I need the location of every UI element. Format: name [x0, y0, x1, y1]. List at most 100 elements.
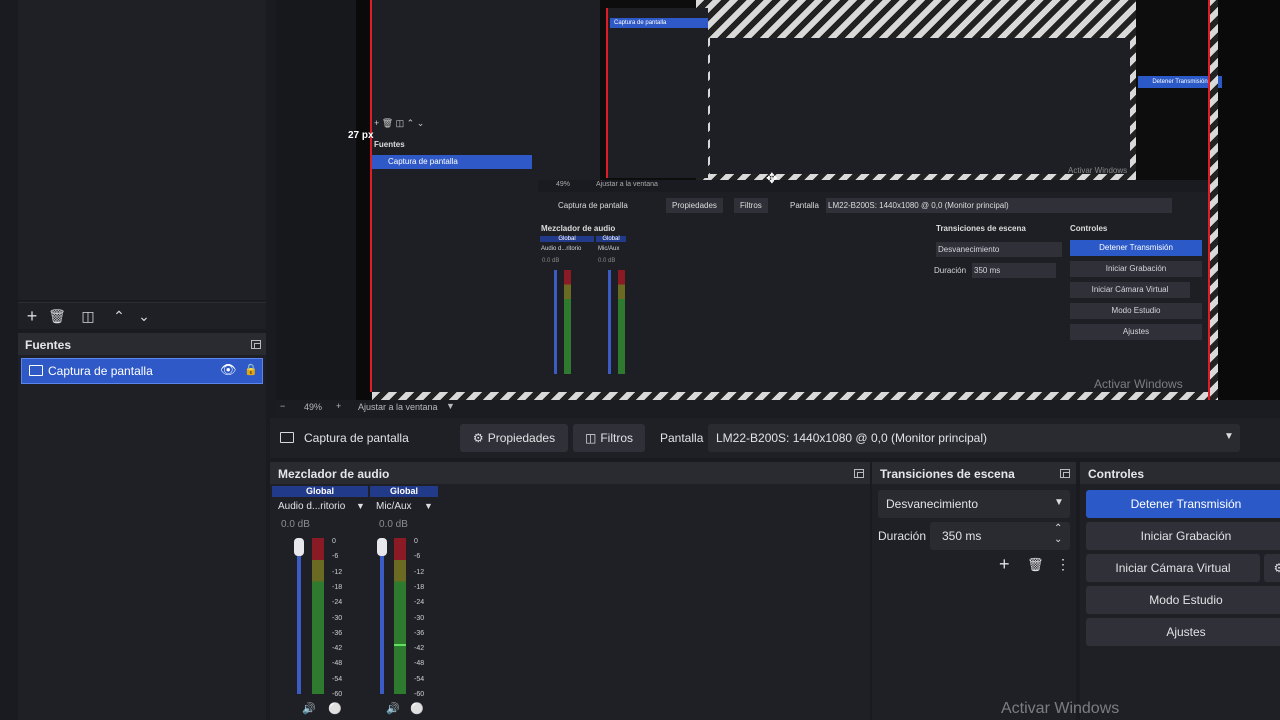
inner-mixer-ch1: Audio d...ritorio [541, 246, 582, 252]
preview-area[interactable]: + 🗑 ◫ ⌃ ⌄ Fuentes Captura de pantalla 27… [276, 0, 1280, 400]
transitions-title: Transiciones de escena [880, 467, 1015, 481]
properties-button[interactable]: ⚙ Propiedades [460, 424, 568, 452]
move-up-icon[interactable]: ⌃ [108, 305, 130, 327]
inner-display-value: LM22-B200S: 1440x1080 @ 0,0 (Monitor pri… [826, 198, 1172, 213]
settings-button[interactable]: Ajustes [1086, 618, 1280, 646]
float-dock-icon[interactable] [1060, 469, 1070, 478]
inner-zoom-bar: 49% Ajustar a la ventana [538, 180, 1208, 192]
nested-watermark: Activar Windows [1068, 166, 1128, 175]
add-icon[interactable]: + [21, 305, 43, 327]
float-dock-icon[interactable] [251, 340, 261, 349]
inner-zoom: 49% [556, 181, 571, 188]
speaker-icon[interactable]: 🔊 [302, 702, 316, 715]
source-item[interactable]: Captura de pantalla 👁 🔒 [21, 358, 263, 384]
speaker-icon[interactable]: 🔊 [386, 702, 400, 715]
inner-vcam: Iniciar Cámara Virtual [1070, 282, 1190, 298]
meter-scale: 0 -6 -12 -18 -24 -30 -36 -42 -48 -54 -60 [330, 538, 354, 698]
meter-tick-label: -60 [414, 691, 425, 698]
inner-mixer-db2: 0.0 dB [598, 258, 616, 264]
trash-icon[interactable]: 🗑 [1027, 557, 1044, 573]
inner-mixer-ch2: Mic/Aux [598, 246, 620, 252]
filter-icon: ◫ [584, 431, 597, 445]
monitor-audio-icon[interactable]: ⚪ [410, 702, 424, 715]
context-source-name: Captura de pantalla [304, 431, 409, 445]
trash-icon[interactable]: 🗑 [46, 305, 68, 327]
meter-tick-label: 0 [414, 538, 418, 545]
inner-mixer: Mezclador de audio Global Global Audio d… [538, 222, 928, 390]
captured-screen: + 🗑 ◫ ⌃ ⌄ Fuentes Captura de pantalla 27… [348, 0, 1280, 400]
nested-preview: Captura de pantalla Detener Transmisión … [600, 0, 1222, 180]
channel-global-tag: Global [370, 486, 438, 497]
chevron-down-icon[interactable]: ▼ [424, 501, 433, 511]
add-transition-icon[interactable]: + [999, 554, 1010, 575]
start-recording-button[interactable]: Iniciar Grabación [1086, 522, 1280, 550]
inner-settings: Ajustes [1070, 324, 1202, 340]
channel-name: Mic/Aux [376, 501, 412, 512]
inner-duration-value: 350 ms [972, 263, 1056, 278]
move-down-icon[interactable]: ⌄ [133, 305, 155, 327]
monitor-icon [29, 365, 43, 376]
meter-tick-label: -42 [332, 645, 343, 653]
meter-tick-label: -36 [414, 629, 425, 637]
inner-mixer-title: Mezclador de audio [541, 224, 616, 233]
nested-source-item: Captura de pantalla [610, 18, 708, 28]
meter-tick-label: -12 [414, 568, 425, 576]
volume-fader[interactable] [297, 538, 301, 694]
inner-bottom-stripe [372, 392, 1210, 400]
sources-title: Fuentes [25, 338, 72, 352]
meter-scale: 0 -6 -12 -18 -24 -30 -36 -42 -48 -54 -60 [412, 538, 436, 698]
context-bar: Captura de pantalla ⚙ Propiedades ◫ Filt… [270, 418, 1280, 458]
stop-stream-button[interactable]: Detener Transmisión [1086, 490, 1280, 518]
transition-select[interactable]: Desvanecimiento ▼ [878, 490, 1070, 518]
filter-icon[interactable]: ◫ [77, 305, 99, 327]
fit-window-label[interactable]: Ajustar a la ventana [358, 402, 438, 412]
chevron-down-icon: ▼ [1054, 497, 1064, 508]
inner-meter-2 [618, 270, 625, 374]
virtual-camera-settings-button[interactable]: ⚙ [1264, 554, 1280, 582]
fader-handle[interactable] [377, 538, 387, 556]
meter-tick-label: -48 [414, 660, 425, 668]
gear-icon: ⚙ [472, 431, 484, 445]
chevron-down-icon: ▼ [1224, 431, 1234, 442]
display-select[interactable]: LM22-B200S: 1440x1080 @ 0,0 (Monitor pri… [708, 424, 1240, 452]
chevron-down-icon[interactable]: ⌄ [1054, 534, 1062, 545]
duration-input[interactable]: 350 ms ⌃ ⌄ [930, 522, 1070, 550]
meter-tick-label: 0 [332, 538, 336, 545]
inner-transition-select: Desvanecimiento [936, 242, 1062, 257]
volume-fader[interactable] [380, 538, 384, 694]
visibility-eye-icon[interactable]: 👁 [220, 362, 237, 378]
lock-icon[interactable]: 🔒 [244, 363, 258, 376]
meter-tick-label: -30 [414, 614, 425, 622]
transition-select-value: Desvanecimiento [886, 497, 979, 511]
start-virtual-camera-button[interactable]: Iniciar Cámara Virtual [1086, 554, 1260, 582]
monitor-audio-icon[interactable]: ⚪ [328, 702, 342, 715]
meter-tick-label: -54 [332, 675, 343, 683]
chevron-down-icon[interactable]: ▼ [356, 501, 365, 511]
zoom-out-button[interactable]: − [280, 401, 285, 411]
zoom-in-button[interactable]: + [336, 401, 341, 411]
meter-tick-label: -60 [332, 691, 343, 698]
studio-mode-button[interactable]: Modo Estudio [1086, 586, 1280, 614]
controls-panel: Controles Detener Transmisión Iniciar Gr… [1080, 462, 1280, 720]
chevron-up-icon[interactable]: ⌃ [1054, 523, 1062, 534]
meter-tick-label: -24 [332, 599, 343, 607]
filters-button[interactable]: ◫ Filtros [573, 424, 645, 452]
float-dock-icon[interactable] [854, 469, 864, 478]
duration-label: Duración [878, 529, 927, 543]
more-options-icon[interactable]: ⋮ [1056, 556, 1070, 573]
meter-tick-label: -36 [332, 629, 343, 637]
fader-handle[interactable] [294, 538, 304, 556]
nested-sources: Captura de pantalla [606, 8, 708, 178]
inner-stop: Detener Transmisión [1070, 240, 1202, 256]
meter-tick-label: -6 [414, 553, 421, 561]
zoom-bar: − 49% + Ajustar a la ventana ▼ [276, 400, 1280, 416]
sources-title-bar: Fuentes [18, 333, 266, 355]
inner-fader-1 [554, 270, 557, 374]
fit-dropdown-icon[interactable]: ▼ [446, 401, 455, 411]
meter-tick-label: -24 [414, 599, 425, 607]
monitor-icon [280, 432, 294, 443]
channel-name: Audio d...ritorio [278, 501, 346, 512]
meter-peak [394, 644, 406, 646]
controls-title: Controles [1088, 467, 1145, 481]
meter-tick-label: -30 [332, 614, 343, 622]
